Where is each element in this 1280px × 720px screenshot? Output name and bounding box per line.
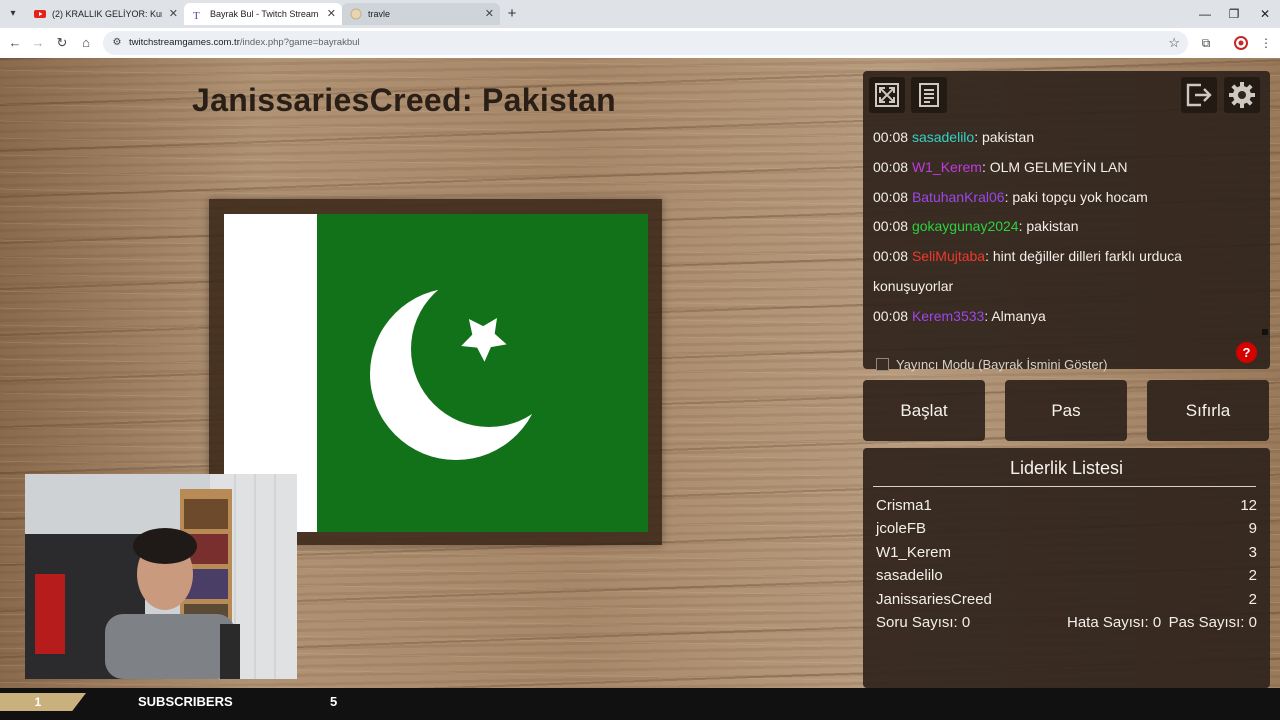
chat-message: 00:08 gokaygunay2024: pakistan bbox=[873, 218, 1079, 235]
subscriber-bar: 1 SUBSCRIBERS 5 bbox=[0, 688, 1280, 720]
leaderboard-row: Crisma1 12 bbox=[876, 497, 1257, 514]
chat-message: 00:08 sasadelilo: pakistan bbox=[873, 129, 1035, 145]
leaderboard-panel: Liderlik Listesi Crisma1 12 jcoleFB 9 W1_K… bbox=[863, 448, 1270, 688]
tab-title: travle bbox=[368, 9, 391, 19]
extensions-icon[interactable]: ⧉ bbox=[1196, 33, 1216, 53]
pass-button[interactable]: Pas bbox=[1005, 380, 1127, 441]
subscribers-count: 5 bbox=[330, 694, 338, 709]
tab-title: Bayrak Bul - Twitch Stream Gam bbox=[210, 9, 320, 19]
chat-panel: 00:08 sasadelilo: pakistan 00:08 W1_Kere… bbox=[863, 71, 1270, 372]
game-page: JanissariesCreed: Pakistan 00:08 sasadel… bbox=[0, 58, 1280, 688]
help-button[interactable]: ? bbox=[1236, 342, 1257, 363]
chat-username[interactable]: Kerem3533 bbox=[912, 308, 984, 324]
logout-icon[interactable] bbox=[1181, 77, 1217, 113]
subscribers-label: SUBSCRIBERS bbox=[138, 694, 233, 709]
chat-username[interactable]: sasadelilo bbox=[912, 129, 974, 145]
youtube-icon bbox=[34, 10, 46, 18]
svg-text:T: T bbox=[193, 10, 200, 20]
tab-strip: ▾ (2) KRALLIK GELİYOR: Kurtuluş ✕ T Bayr… bbox=[0, 0, 1280, 28]
question-count: Soru Sayısı: 0 bbox=[876, 614, 971, 631]
tab-youtube[interactable]: (2) KRALLIK GELİYOR: Kurtuluş ✕ bbox=[26, 3, 184, 25]
chat-messages: 00:08 sasadelilo: pakistan 00:08 W1_Kere… bbox=[873, 123, 1258, 332]
streamer-mode-toggle[interactable]: Yayıncı Modu (Bayrak İsmini Göster) bbox=[876, 357, 1107, 373]
bookmark-star-icon[interactable]: ☆ bbox=[1168, 33, 1180, 53]
pass-count: Pas Sayısı: 0 bbox=[1168, 614, 1257, 631]
leaderboard-row: sasadelilo 2 bbox=[876, 567, 1257, 584]
tab-travle[interactable]: travle ✕ bbox=[342, 3, 500, 25]
tab-search-chevron-icon[interactable]: ▾ bbox=[4, 5, 22, 23]
profile-avatar[interactable] bbox=[1231, 33, 1251, 53]
document-icon[interactable] bbox=[911, 77, 947, 113]
close-tab-icon[interactable]: ✕ bbox=[327, 3, 336, 25]
leaderboard-row: jcoleFB 9 bbox=[876, 520, 1257, 537]
leaderboard-row: W1_Kerem 3 bbox=[876, 544, 1257, 561]
close-tab-icon[interactable]: ✕ bbox=[169, 3, 178, 25]
chat-message: 00:08 W1_Kerem: OLM GELMEYİN LAN bbox=[873, 158, 1128, 175]
chat-message: 00:08 SeliMujtaba: hint değiller dilleri… bbox=[873, 248, 1182, 294]
browser-menu-icon[interactable]: ⋮ bbox=[1256, 33, 1276, 53]
webcam-feed bbox=[25, 474, 297, 679]
leaderboard-title: Liderlik Listesi bbox=[1009, 458, 1124, 478]
chat-username[interactable]: SeliMujtaba bbox=[912, 248, 985, 264]
error-count: Hata Sayısı: 0 bbox=[1067, 614, 1162, 631]
chat-username[interactable]: BatuhanKral06 bbox=[912, 189, 1005, 205]
url-text[interactable]: twitchstreamgames.com.tr/index.php?game=… bbox=[129, 31, 360, 55]
fullscreen-icon[interactable] bbox=[869, 77, 905, 113]
chat-message: 00:08 Kerem3533: Almanya bbox=[873, 307, 1046, 324]
address-bar[interactable]: ⚙ twitchstreamgames.com.tr/index.php?gam… bbox=[103, 31, 1188, 55]
leaderboard-row: JanissariesCreed 2 bbox=[876, 591, 1257, 608]
settings-gear-icon[interactable] bbox=[1224, 77, 1260, 113]
restore-button[interactable]: ❐ bbox=[1219, 4, 1249, 24]
page-title: JanissariesCreed: Pakistan bbox=[192, 82, 617, 118]
back-icon[interactable]: ← bbox=[5, 33, 25, 53]
forward-icon[interactable]: → bbox=[28, 33, 48, 53]
browser-toolbar: ← → ↻ ⌂ ⚙ twitchstreamgames.com.tr/index… bbox=[0, 28, 1280, 58]
reload-icon[interactable]: ↻ bbox=[52, 33, 72, 53]
streamer-mode-label: Yayıncı Modu (Bayrak İsmini Göster) bbox=[896, 357, 1108, 372]
tab-bayrak-bul[interactable]: T Bayrak Bul - Twitch Stream Gam ✕ bbox=[184, 3, 342, 25]
site-info-icon[interactable]: ⚙ bbox=[111, 37, 123, 49]
twitch-stream-games-icon: T bbox=[193, 10, 200, 20]
tab-title: (2) KRALLIK GELİYOR: Kurtuluş bbox=[52, 9, 162, 19]
chat-username[interactable]: W1_Kerem bbox=[912, 159, 982, 175]
rank-badge: 1 bbox=[0, 693, 86, 711]
minimize-button[interactable]: — bbox=[1190, 4, 1220, 24]
new-tab-button[interactable]: + bbox=[503, 5, 521, 23]
close-tab-icon[interactable]: ✕ bbox=[485, 3, 494, 25]
home-icon[interactable]: ⌂ bbox=[76, 33, 96, 53]
chat-message: 00:08 BatuhanKral06: paki topçu yok hoca… bbox=[873, 188, 1148, 205]
globe-icon bbox=[350, 8, 362, 20]
start-button[interactable]: Başlat bbox=[863, 380, 985, 441]
close-window-button[interactable]: ✕ bbox=[1250, 4, 1280, 24]
divider bbox=[873, 486, 1256, 487]
chat-scrollbar[interactable] bbox=[1262, 329, 1268, 335]
chat-username[interactable]: gokaygunay2024 bbox=[912, 218, 1019, 234]
reset-button[interactable]: Sıfırla bbox=[1147, 380, 1269, 441]
streamer-mode-checkbox[interactable] bbox=[876, 358, 889, 371]
